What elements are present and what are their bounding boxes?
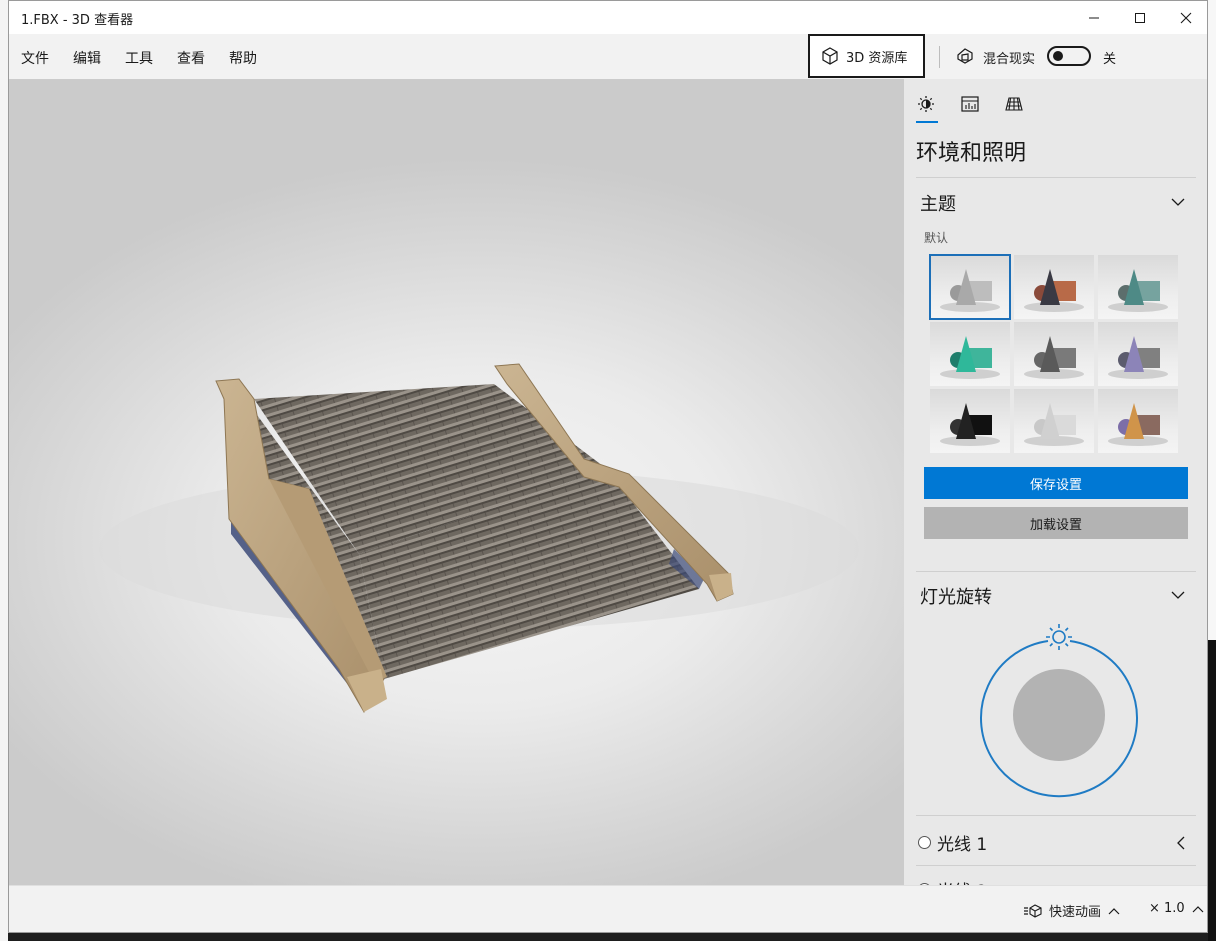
speed-label: × 1.0 [1149, 901, 1185, 916]
menu-help[interactable]: 帮助 [229, 48, 257, 68]
light-sun-icon [1046, 624, 1072, 650]
background-desktop-dark [1208, 640, 1216, 941]
save-settings-button[interactable]: 保存设置 [924, 467, 1188, 499]
minimize-button[interactable] [1071, 1, 1117, 34]
app-window: 1.FBX - 3D 查看器 文件 编辑 工具 查看 帮助 3D 资源库 混合现… [8, 0, 1208, 933]
cube-icon [822, 47, 838, 65]
theme-thumbnail[interactable] [930, 389, 1010, 453]
theme-thumbnail[interactable] [1098, 322, 1178, 386]
window-title: 1.FBX - 3D 查看器 [21, 13, 134, 28]
light-1-radio[interactable] [918, 835, 931, 849]
chevron-down-icon[interactable] [1170, 590, 1186, 600]
chevron-up-icon [1108, 907, 1120, 914]
3d-viewport[interactable] [9, 79, 904, 885]
menu-tools[interactable]: 工具 [125, 48, 153, 68]
chevron-up-icon [1192, 905, 1204, 912]
theme-thumbnail[interactable] [929, 254, 1011, 320]
mixed-reality-icon [957, 48, 973, 64]
minimize-icon [1089, 17, 1099, 18]
light-1-row[interactable]: 光线 1 [918, 829, 987, 855]
background-window-edge-right [1208, 0, 1216, 640]
chevron-left-icon[interactable] [1176, 835, 1186, 851]
toggle-state-label: 关 [1103, 52, 1117, 67]
quick-animation-label: 快速动画 [1049, 905, 1102, 920]
sun-icon [918, 96, 934, 112]
3d-library-button[interactable]: 3D 资源库 [808, 34, 925, 78]
theme-thumbnail[interactable] [1014, 255, 1094, 319]
animation-speed-button[interactable]: × 1.0 [1149, 901, 1205, 916]
status-bar: 快速动画 × 1.0 [9, 885, 1207, 932]
toolbar-divider [939, 46, 940, 68]
theme-thumbnail[interactable] [1014, 322, 1094, 386]
load-settings-button[interactable]: 加载设置 [924, 507, 1188, 539]
maximize-button[interactable] [1117, 1, 1163, 34]
light-rotation-section-title[interactable]: 灯光旋转 [920, 583, 992, 609]
mixed-reality-label: 混合现实 [983, 52, 1036, 67]
maximize-icon [1135, 12, 1145, 23]
close-button[interactable] [1163, 1, 1207, 34]
grid-icon [1005, 97, 1023, 111]
theme-thumbnail[interactable] [930, 322, 1010, 386]
theme-thumbnail[interactable] [1098, 255, 1178, 319]
animation-icon [1024, 903, 1042, 918]
section-divider [916, 177, 1196, 178]
3d-model-staircase[interactable] [9, 79, 904, 885]
menu-view[interactable]: 查看 [177, 48, 205, 68]
close-icon [1180, 12, 1192, 23]
tab-grid[interactable] [1001, 91, 1027, 117]
theme-grid [929, 254, 1180, 455]
background-window-edge-left [0, 0, 8, 941]
chevron-down-icon[interactable] [1170, 197, 1186, 207]
environment-panel: 环境和照明 主题 默认 保存设置 加载设置 灯光旋转 光线 1 [904, 79, 1207, 902]
tab-stats[interactable] [957, 91, 983, 117]
quick-animation-button[interactable]: 快速动画 [1023, 901, 1121, 920]
active-tab-indicator [916, 121, 938, 123]
title-bar: 1.FBX - 3D 查看器 [9, 1, 1207, 34]
light-1-label: 光线 1 [937, 834, 988, 855]
section-divider [916, 865, 1196, 866]
section-divider [916, 571, 1196, 572]
theme-thumbnail[interactable] [1098, 389, 1178, 453]
theme-thumbnail[interactable] [1014, 389, 1094, 453]
menu-file[interactable]: 文件 [21, 48, 49, 68]
stats-icon [961, 96, 979, 112]
mixed-reality-toggle[interactable] [1047, 46, 1091, 66]
light-rotation-dial[interactable] [974, 621, 1144, 801]
3d-library-label: 3D 资源库 [846, 50, 908, 66]
theme-section-title[interactable]: 主题 [920, 190, 956, 216]
menu-edit[interactable]: 编辑 [73, 48, 101, 68]
section-divider [916, 815, 1196, 816]
theme-selected-label: 默认 [924, 231, 949, 245]
panel-title: 环境和照明 [916, 141, 1027, 166]
tab-environment[interactable] [913, 91, 939, 117]
